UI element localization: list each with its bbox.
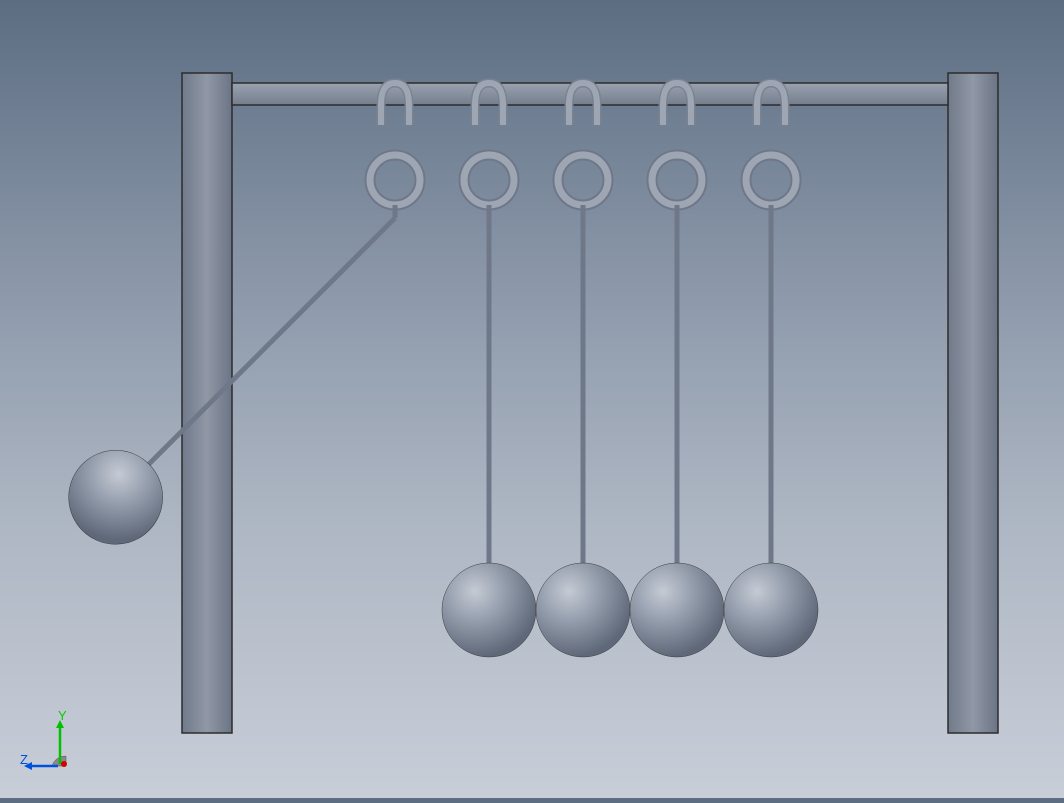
pendulum-1-swung [49,185,428,564]
ring-3 [558,155,608,205]
ring-5 [746,155,796,205]
pendulum-4 [630,205,724,657]
ring-2 [464,155,514,205]
frame-post-right [948,73,998,733]
model-render [0,0,1064,798]
viewport-3d[interactable]: Y Z [0,0,1064,798]
ring-1 [370,155,420,205]
axis-triad-icon [20,708,90,778]
pendulum-5 [724,205,818,657]
pendulum-3 [536,205,630,657]
axis-triad[interactable]: Y Z [20,708,90,778]
ring-4 [652,155,702,205]
axis-label-y: Y [58,708,67,723]
pendulum-2 [442,205,536,657]
axis-label-z: Z [20,752,28,767]
